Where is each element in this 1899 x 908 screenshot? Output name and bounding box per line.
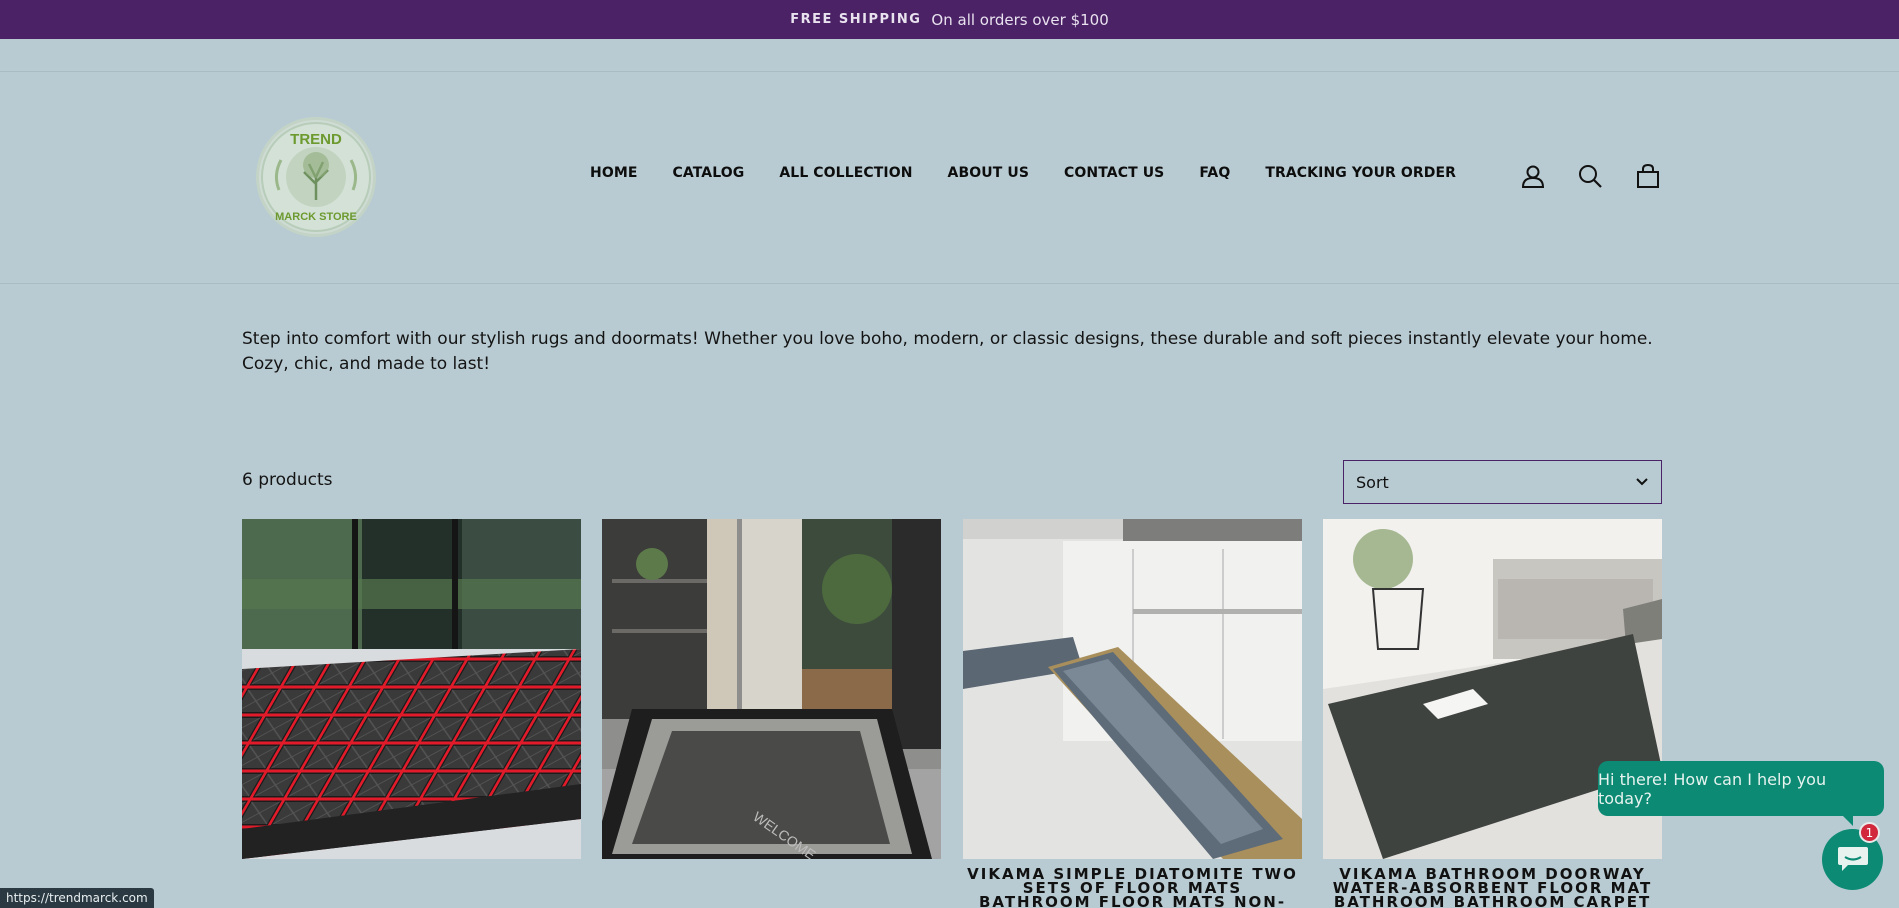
- nav-about-us[interactable]: ABOUT US: [948, 165, 1029, 181]
- header-bottom-divider: [0, 283, 1899, 284]
- product-title[interactable]: VIKAMA BATHROOM DOORWAY WATER-ABSORBENT …: [1323, 867, 1662, 908]
- search-icon[interactable]: [1576, 162, 1604, 190]
- product-image[interactable]: WELCOME: [602, 519, 941, 859]
- main-nav: HOME CATALOG ALL COLLECTION ABOUT US CON…: [590, 165, 1456, 181]
- product-card[interactable]: VIKAMA BATHROOM DOORWAY WATER-ABSORBENT …: [1323, 519, 1662, 908]
- product-card[interactable]: WELCOME: [602, 519, 941, 867]
- product-title[interactable]: VIKAMA SIMPLE DIATOMITE TWO SETS OF FLOO…: [963, 867, 1302, 908]
- nav-faq[interactable]: FAQ: [1199, 165, 1230, 181]
- logo-emblem-icon: TREND MARCK STORE: [261, 122, 371, 232]
- nav-all-collection[interactable]: ALL COLLECTION: [779, 165, 912, 181]
- product-card[interactable]: VIKAMA SIMPLE DIATOMITE TWO SETS OF FLOO…: [963, 519, 1302, 908]
- status-url: https://trendmarck.com: [0, 888, 154, 908]
- announcement-bold: FREE SHIPPING: [790, 12, 922, 27]
- sort-select[interactable]: Sort: [1343, 460, 1662, 504]
- chat-icon: [1837, 846, 1868, 871]
- account-icon[interactable]: [1519, 162, 1547, 190]
- product-card[interactable]: [242, 519, 581, 867]
- nav-tracking-your-order[interactable]: TRACKING YOUR ORDER: [1265, 165, 1456, 181]
- nav-catalog[interactable]: CATALOG: [673, 165, 745, 181]
- announcement-bar: FREE SHIPPING On all orders over $100: [0, 0, 1899, 39]
- product-image[interactable]: [963, 519, 1302, 859]
- collection-description: Step into comfort with our stylish rugs …: [242, 329, 1653, 374]
- product-count: 6 products: [242, 470, 333, 490]
- nav-home[interactable]: HOME: [590, 165, 638, 181]
- chat-greeting-text: Hi there! How can I help you today?: [1598, 769, 1827, 808]
- product-image[interactable]: [242, 519, 581, 859]
- chat-greeting-bubble[interactable]: Hi there! How can I help you today?: [1598, 761, 1884, 826]
- logo-bottom-text: MARCK STORE: [275, 211, 357, 223]
- nav-contact-us[interactable]: CONTACT US: [1064, 165, 1164, 181]
- chat-unread-badge: 1: [1859, 822, 1880, 843]
- chevron-down-icon: [1636, 478, 1648, 486]
- sort-label: Sort: [1356, 472, 1389, 492]
- announcement-text: On all orders over $100: [931, 10, 1109, 29]
- store-logo[interactable]: TREND MARCK STORE: [256, 117, 376, 237]
- cart-icon[interactable]: [1634, 162, 1662, 190]
- logo-top-text: TREND: [290, 131, 342, 148]
